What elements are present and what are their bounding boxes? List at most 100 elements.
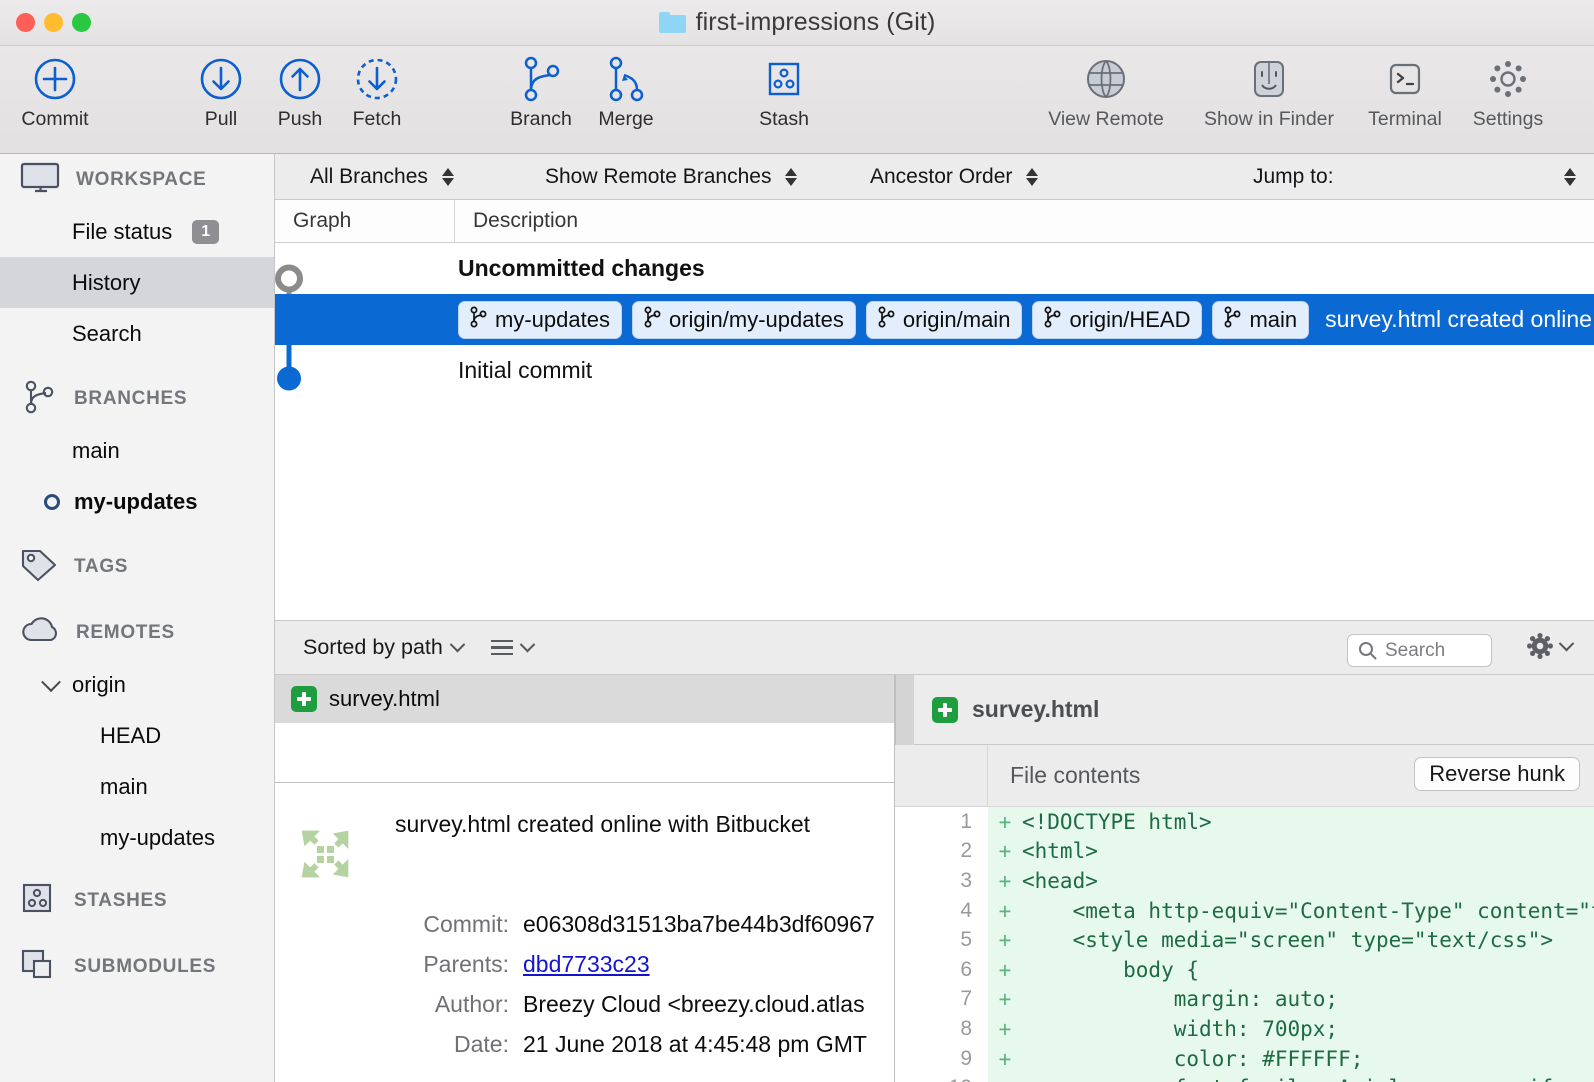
commit-description: Uncommitted changes [455, 255, 705, 282]
diff-line: 2+<html> [895, 837, 1594, 867]
changed-file-list[interactable]: survey.html [275, 675, 894, 782]
toolbar-pull-button[interactable]: Pull [182, 46, 260, 131]
sidebar-item-history[interactable]: History [0, 257, 274, 308]
toolbar-push-button[interactable]: Push [261, 46, 339, 131]
sidebar-section-stashes-label: STASHES [74, 890, 167, 912]
sidebar-section-tags[interactable]: TAGS [0, 541, 274, 593]
bitbucket-avatar-icon [286, 815, 364, 893]
diff-hunk-label: File contents [988, 762, 1140, 789]
commit-row-uncommitted[interactable]: Uncommitted changes [275, 243, 1594, 294]
branch-filter-dropdown[interactable]: All Branches [310, 165, 454, 189]
commit-field-parents-key: Parents: [395, 944, 523, 984]
sidebar-remote-head[interactable]: HEAD [0, 710, 274, 761]
diff-line-marker: + [988, 1044, 1022, 1074]
main-toolbar: Commit Pull Push Fetch Branch [0, 46, 1594, 154]
ref-tag-main[interactable]: main [1212, 301, 1309, 339]
toolbar-stash-button[interactable]: Stash [742, 46, 826, 131]
fetch-dashed-icon [353, 54, 401, 104]
toolbar-stash-label: Stash [759, 108, 809, 131]
column-header-graph[interactable]: Graph [275, 200, 455, 242]
sidebar-branch-my-updates[interactable]: my-updates [0, 476, 274, 527]
sidebar-item-search[interactable]: Search [0, 308, 274, 359]
sidebar-remote-main[interactable]: main [0, 761, 274, 812]
chevron-down-icon[interactable] [41, 672, 61, 692]
toolbar-fetch-button[interactable]: Fetch [338, 46, 416, 131]
ref-tag-origin-main[interactable]: origin/main [866, 301, 1023, 339]
list-view-dropdown[interactable] [491, 640, 533, 655]
commit-field-date-key: Date: [395, 1024, 523, 1064]
diff-line-marker: + [988, 807, 1022, 837]
order-filter-dropdown[interactable]: Ancestor Order [870, 165, 1038, 189]
minimize-button[interactable] [44, 13, 63, 32]
diff-lines[interactable]: 1+<!DOCTYPE html> 2+<html> 3+<head> 4+ <… [895, 807, 1594, 1082]
sidebar-section-remotes[interactable]: REMOTES [0, 607, 274, 659]
toolbar-commit-button[interactable]: Commit [16, 46, 94, 131]
reverse-hunk-button[interactable]: Reverse hunk [1414, 757, 1580, 791]
stepper-icon[interactable] [1564, 168, 1576, 186]
sidebar-remote-my-updates[interactable]: my-updates [0, 812, 274, 863]
diff-line-number: 4 [895, 896, 988, 926]
remote-filter-label: Show Remote Branches [545, 165, 771, 189]
stepper-icon[interactable] [1026, 168, 1038, 186]
toolbar-merge-button[interactable]: Merge [585, 46, 667, 131]
diff-line-code: <head> [1022, 866, 1594, 896]
diff-line-code: width: 700px; [1022, 1014, 1594, 1044]
column-header-description[interactable]: Description [455, 200, 578, 242]
commit-description: survey.html created online with Bitbucke… [1325, 306, 1594, 333]
merge-icon [603, 54, 649, 104]
sidebar: WORKSPACE File status 1 History Search B… [0, 154, 275, 1082]
sidebar-section-branches[interactable]: BRANCHES [0, 373, 274, 425]
title-bar: first-impressions (Git) [0, 0, 1594, 46]
diff-line-marker: + [988, 925, 1022, 955]
diff-line-code: body { [1022, 955, 1594, 985]
diff-line-number: 7 [895, 985, 988, 1015]
toolbar-settings-button[interactable]: Settings [1458, 46, 1558, 131]
stepper-icon[interactable] [785, 168, 797, 186]
diff-search-wrap: Search [1347, 634, 1492, 667]
remote-filter-dropdown[interactable]: Show Remote Branches [545, 165, 797, 189]
file-list-item-survey-html[interactable]: survey.html [275, 675, 894, 723]
diff-line: 1+<!DOCTYPE html> [895, 807, 1594, 837]
sidebar-section-submodules[interactable]: SUBMODULES [0, 941, 274, 993]
diff-settings-dropdown[interactable] [1527, 633, 1572, 659]
zoom-button[interactable] [72, 13, 91, 32]
toolbar-branch-label: Branch [510, 108, 572, 131]
sidebar-branch-main-label: main [72, 438, 120, 464]
ref-tag-origin-my-updates[interactable]: origin/my-updates [632, 301, 856, 339]
branch-icon [20, 377, 60, 422]
diff-line-marker: + [988, 866, 1022, 896]
toolbar-view-remote-button[interactable]: View Remote [1032, 46, 1180, 131]
toolbar-branch-button[interactable]: Branch [497, 46, 585, 131]
sidebar-remote-origin[interactable]: origin [0, 659, 274, 710]
globe-icon [1083, 54, 1129, 104]
terminal-icon [1382, 54, 1428, 104]
branch-icon [878, 306, 895, 334]
branch-icon [644, 306, 661, 334]
commit-field-parents: Parents: dbd7733c23 [395, 944, 894, 984]
parent-commit-link[interactable]: dbd7733c23 [523, 951, 650, 977]
commit-list[interactable]: Uncommitted changes my-updates origin/my… [275, 243, 1594, 620]
sort-by-path-dropdown[interactable]: Sorted by path [303, 635, 463, 660]
toolbar-show-in-finder-button[interactable]: Show in Finder [1183, 46, 1355, 131]
diff-hunk-gutter [895, 745, 988, 806]
stepper-icon[interactable] [442, 168, 454, 186]
commit-detail-panel: survey.html created online with Bitbucke… [275, 782, 894, 1082]
diff-line-number: 5 [895, 925, 988, 955]
toolbar-terminal-button[interactable]: Terminal [1355, 46, 1455, 131]
diff-line-number: 6 [895, 955, 988, 985]
commit-row-selected[interactable]: my-updates origin/my-updates origin/main [275, 294, 1594, 345]
diff-line-marker: + [988, 985, 1022, 1015]
sidebar-section-stashes[interactable]: STASHES [0, 875, 274, 927]
commit-row-initial[interactable]: Initial commit [275, 345, 1594, 396]
jump-to-stepper[interactable] [1564, 168, 1576, 186]
search-input[interactable]: Search [1347, 634, 1492, 667]
ref-tag-origin-head[interactable]: origin/HEAD [1032, 301, 1202, 339]
close-button[interactable] [16, 13, 35, 32]
diff-line-marker: + [988, 1073, 1022, 1082]
ref-tag-my-updates[interactable]: my-updates [458, 301, 622, 339]
sidebar-branch-main[interactable]: main [0, 425, 274, 476]
sidebar-item-file-status[interactable]: File status 1 [0, 206, 274, 257]
diff-line-number: 3 [895, 866, 988, 896]
diff-line-marker: + [988, 896, 1022, 926]
sidebar-section-workspace[interactable]: WORKSPACE [0, 154, 274, 206]
